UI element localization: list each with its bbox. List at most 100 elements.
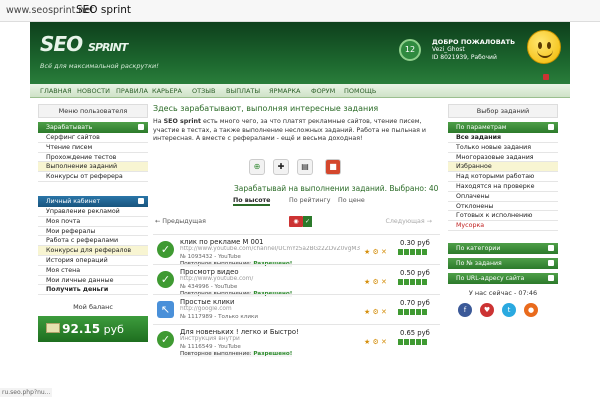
nav-news[interactable]: НОВОСТИ [77, 87, 110, 95]
task-title[interactable]: клик по рекламе M 001 [180, 238, 263, 246]
nav-review[interactable]: ОТЗЫВ [192, 87, 215, 95]
social-icons: f ♥ t ● [448, 302, 558, 321]
task-meta: № 1093432 - YouTube [180, 254, 241, 260]
nav-rules[interactable]: ПРАВИЛА [116, 87, 148, 95]
collapse-icon[interactable] [548, 124, 554, 130]
welcome-text: ДОБРО ПОЖАЛОВАТЬ [432, 38, 516, 46]
page-description: На SEO sprint есть много чего, за что пл… [153, 118, 427, 142]
sidebar-item-tasks[interactable]: Выполнение заданий [38, 162, 148, 173]
nav-home[interactable]: ГЛАВНАЯ [40, 87, 72, 95]
task-repeat-status: Повторное выполнение: Разрешено! [180, 351, 293, 357]
logout-icon[interactable] [543, 74, 549, 80]
add-icon[interactable]: ⊕ [249, 159, 265, 175]
orange-icon[interactable]: ● [524, 302, 538, 317]
rating-stars [398, 309, 428, 315]
filter-trash[interactable]: Мусорка [448, 221, 558, 231]
sidebar-item-ads[interactable]: Управление рекламой [38, 206, 148, 217]
current-time: У нас сейчас - 07:46 [468, 288, 538, 297]
params-panel-header[interactable]: По параметрам [448, 122, 558, 133]
twitter-icon[interactable]: t [502, 302, 516, 317]
sidebar-item-tests[interactable]: Прохождение тестов [38, 152, 148, 163]
expand-icon[interactable] [548, 259, 554, 266]
window-title: SEO sprint [76, 4, 132, 16]
task-action-icons[interactable]: ★ ⚙ ✕ [364, 278, 387, 286]
nav-fair[interactable]: ЯРМАРКА [269, 87, 300, 95]
task-meta: № 1116549 - YouTube [180, 344, 241, 350]
sidebar-item-ref-contests2[interactable]: Конкурсы для рефералов [38, 246, 148, 256]
collapse-icon[interactable] [138, 197, 144, 204]
sidebar-item-wall[interactable]: Моя стена [38, 265, 148, 276]
nav-help[interactable]: ПОМОЩЬ [344, 87, 376, 95]
filter-rejected[interactable]: Отклонены [448, 202, 558, 212]
avatar-smiley-icon[interactable] [527, 30, 561, 64]
rating-stars [398, 249, 428, 255]
task-url: http://www.youtube.com/channel/UCmYz5a2B… [180, 246, 360, 252]
task-action-icons[interactable]: ★ ⚙ ✕ [364, 308, 387, 316]
filter-new[interactable]: Только новые задания [448, 143, 558, 153]
sidebar-item-withdraw[interactable]: Получить деньги [38, 285, 148, 296]
page-icon-red[interactable]: ◉ [289, 216, 303, 227]
earn-line: Зарабатывай на выполнении заданий. Выбра… [234, 184, 439, 193]
sidebar-item-referrals[interactable]: Мои рефералы [38, 226, 148, 237]
page-icon-green[interactable]: ✓ [303, 216, 312, 227]
expand-icon[interactable] [548, 274, 554, 281]
rating-stars [398, 339, 428, 345]
task-action-icons[interactable]: ★ ⚙ ✕ [364, 338, 387, 346]
task-title[interactable]: Просмотр видео [180, 268, 239, 276]
tagline: Всё для максимальной раскрутки! [40, 62, 159, 70]
url-panel-header[interactable]: По URL-адресу сайта [448, 272, 558, 284]
balance-box[interactable]: 92.15 руб [38, 316, 148, 343]
task-row[interactable]: ✓ Просмотр видео http://www.youtube.com/… [153, 264, 440, 297]
new-task-icon[interactable]: ✚ [273, 159, 289, 175]
prev-link[interactable]: ← Предыдущая [155, 218, 206, 225]
sidebar-item-mail[interactable]: Моя почта [38, 216, 148, 227]
nav-career[interactable]: КАРЬЕРА [152, 87, 182, 95]
sort-height[interactable]: По высоте [233, 197, 271, 206]
facebook-icon[interactable]: f [458, 302, 472, 317]
heart-icon[interactable]: ♥ [480, 302, 494, 317]
main-nav: ГЛАВНАЯ НОВОСТИ ПРАВИЛА КАРЬЕРА ОТЗЫВ ВЫ… [30, 84, 570, 98]
collapse-icon[interactable] [138, 124, 144, 130]
sort-rating[interactable]: По рейтингу [289, 197, 330, 204]
task-row[interactable]: ✓ клик по рекламе M 001 http://www.youtu… [153, 234, 440, 267]
user-id: ID 8021939, Рабочий [432, 54, 497, 61]
sidebar-item-ref-work[interactable]: Работа с рефералами [38, 236, 148, 247]
task-row[interactable]: ✓ Для новеньких ! легко и Быстро! Инстру… [153, 324, 440, 357]
task-title[interactable]: Для новеньких ! легко и Быстро! [180, 328, 299, 336]
site-logo[interactable]: SEO SPRINT [40, 32, 128, 56]
filter-ready[interactable]: Готовых к исполнению [448, 211, 558, 222]
level-badge: 12 [399, 39, 421, 61]
task-action-icons[interactable]: ★ ⚙ ✕ [364, 248, 387, 256]
filter-all[interactable]: Все задания [448, 133, 558, 143]
filter-working[interactable]: Над которыми работаю [448, 172, 558, 182]
clipboard-icon[interactable]: ▤ [297, 159, 313, 175]
next-link[interactable]: Следующая → [385, 218, 432, 225]
filter-review[interactable]: Находятся на проверке [448, 182, 558, 192]
sort-price[interactable]: По цене [338, 197, 365, 204]
expand-icon[interactable] [548, 244, 554, 251]
sidebar-item-history[interactable]: История операций [38, 255, 148, 266]
pager: ← Предыдущая ◉ ✓ Следующая → [153, 216, 440, 228]
task-price: 0.50 руб [400, 269, 430, 277]
task-list: ✓ клик по рекламе M 001 http://www.youtu… [153, 234, 440, 357]
cabinet-panel-header[interactable]: Личный кабинет [38, 195, 148, 207]
sidebar-item-personal[interactable]: Мои личные данные [38, 275, 148, 286]
filter-multi[interactable]: Многоразовые задания [448, 153, 558, 163]
task-title[interactable]: Простые клики [180, 298, 234, 306]
main-content: Здесь зарабатывают, выполняя интересные … [153, 104, 440, 357]
nav-forum[interactable]: ФОРУМ [311, 87, 335, 95]
sidebar-item-ref-contests[interactable]: Конкурсы от реферера [38, 172, 148, 182]
username[interactable]: Vezi_Ghost [432, 46, 515, 54]
nav-payouts[interactable]: ВЫПЛАТЫ [226, 87, 260, 95]
category-panel-header[interactable]: По категории [448, 242, 558, 254]
right-sidebar: Выбор заданий По параметрам Все задания … [448, 104, 558, 321]
stop-icon[interactable]: ■ [325, 159, 341, 175]
sidebar-item-surfing[interactable]: Серфинг сайтов [38, 133, 148, 143]
task-row[interactable]: ↖ Простые клики http://google.com № 1117… [153, 294, 440, 324]
filter-paid[interactable]: Оплачены [448, 192, 558, 202]
sidebar-item-letters[interactable]: Чтение писем [38, 142, 148, 153]
sort-tabs: По высоте По рейтингу По цене [153, 196, 440, 208]
earn-panel-header[interactable]: Зарабатывать [38, 122, 148, 133]
number-panel-header[interactable]: По № задания [448, 257, 558, 269]
filter-favorites[interactable]: Избранное [448, 162, 558, 173]
